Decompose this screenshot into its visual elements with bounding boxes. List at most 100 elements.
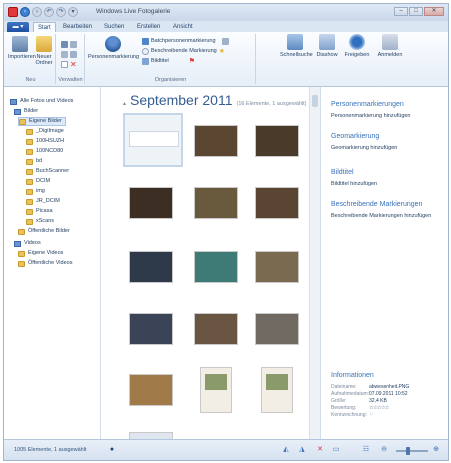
- sign-in-button[interactable]: Anmelden: [376, 34, 404, 58]
- checkbox-icon[interactable]: [61, 60, 68, 68]
- flag-icon[interactable]: ⚐: [369, 412, 373, 419]
- tab-erstellen[interactable]: Erstellen: [133, 22, 164, 32]
- tab-start[interactable]: Start: [33, 22, 56, 32]
- document-thumbnail[interactable]: [261, 367, 293, 413]
- add-geotag-link[interactable]: Geomarkierung hinzufügen: [331, 145, 397, 151]
- import-button[interactable]: Importieren: [8, 36, 36, 60]
- customize-icon[interactable]: ▾: [68, 7, 78, 17]
- add-caption-link[interactable]: Bildtitel hinzufügen: [331, 181, 377, 187]
- star-icon[interactable]: ★: [219, 47, 225, 55]
- tab-bearbeiten[interactable]: Bearbeiten: [59, 22, 96, 32]
- tab-suchen[interactable]: Suchen: [100, 22, 128, 32]
- document-thumbnail[interactable]: [200, 367, 232, 413]
- photo-thumbnail[interactable]: [194, 187, 238, 219]
- rating-stars-icon[interactable]: ☆☆☆☆☆: [369, 405, 389, 412]
- folder-icon: [26, 128, 33, 135]
- new-folder-button[interactable]: Neuer Ordner: [33, 36, 55, 66]
- nav-videos[interactable]: Videos: [14, 239, 41, 248]
- nav-jr-dcim[interactable]: JR_DCIM: [26, 197, 60, 206]
- undo-icon[interactable]: ↶: [44, 7, 54, 17]
- nav-bd[interactable]: bd: [26, 157, 42, 166]
- caption-label: Bildtitel: [151, 58, 169, 64]
- photo-thumbnail[interactable]: [129, 313, 173, 345]
- photo-thumbnail[interactable]: [129, 187, 173, 219]
- info-icon[interactable]: ●: [108, 446, 116, 454]
- rotate-right-icon[interactable]: [70, 50, 77, 58]
- nav-label: bd: [36, 158, 43, 164]
- group-count: (16 Elemente, 1 ausgewählt): [236, 101, 307, 107]
- slideshow-button[interactable]: Diashow: [316, 34, 338, 58]
- photo-thumbnail[interactable]: [129, 374, 173, 406]
- app-icon[interactable]: [8, 7, 18, 17]
- people-tag-label: Personenmarkierung: [88, 54, 140, 60]
- file-menu-button[interactable]: ▬ ▾: [7, 22, 29, 32]
- close-button[interactable]: ✕: [424, 7, 444, 16]
- photo-thumbnail[interactable]: [255, 125, 299, 157]
- flag-icon[interactable]: ⚑: [189, 57, 195, 65]
- nav-img[interactable]: img: [26, 187, 45, 196]
- nav-label: xScans: [36, 218, 55, 224]
- rotate-right-icon[interactable]: ◮: [298, 446, 306, 454]
- zoom-slider[interactable]: [396, 447, 428, 455]
- photo-thumbnail[interactable]: [194, 313, 238, 345]
- select-all-icon[interactable]: [61, 40, 68, 48]
- gallery-scrollbar[interactable]: [309, 87, 320, 439]
- zoom-in-icon[interactable]: ⊕: [432, 446, 440, 454]
- photo-thumbnail-selected[interactable]: [123, 113, 183, 167]
- nav-dcim[interactable]: DCIM: [26, 177, 50, 186]
- list-view-icon[interactable]: ☷: [362, 446, 370, 454]
- nav-buchscanner[interactable]: BuchScanner: [26, 167, 69, 176]
- add-descriptive-tags-link[interactable]: Beschreibende Markierungen hinzufügen: [331, 213, 431, 219]
- nav-public-videos[interactable]: Öffentliche Videos: [18, 259, 72, 268]
- nav-my-videos[interactable]: Eigene Videos: [18, 249, 63, 258]
- nav-eigene-bilder[interactable]: Eigene Bilder: [18, 117, 66, 126]
- batch-tag-button[interactable]: Batchpersonenmarkierung: [142, 37, 229, 45]
- photo-thumbnail[interactable]: [129, 251, 173, 283]
- details-icon[interactable]: ▭: [332, 446, 340, 454]
- scrollbar-thumb[interactable]: [312, 95, 318, 107]
- descriptive-tag-button[interactable]: Beschreibende Markierung ★: [142, 47, 225, 55]
- caption-button[interactable]: Bildtitel ⚑: [142, 57, 195, 65]
- quick-find-button[interactable]: Schnellsuche: [280, 34, 313, 58]
- group-organisieren: Personenmarkierung Batchpersonenmarkieru…: [86, 34, 256, 84]
- nav-100ncd80[interactable]: 100NCD80: [26, 147, 63, 156]
- photo-thumbnail[interactable]: [129, 432, 173, 439]
- share-button[interactable]: Freigeben: [344, 34, 370, 58]
- delete-icon[interactable]: ✕: [70, 60, 77, 68]
- forward-icon[interactable]: ›: [32, 7, 42, 17]
- rotate-left-icon[interactable]: [70, 40, 77, 48]
- photo-thumbnail[interactable]: [255, 187, 299, 219]
- descriptive-tags-heading: Beschreibende Markierungen: [331, 201, 423, 208]
- tab-ansicht[interactable]: Ansicht: [169, 22, 197, 32]
- photo-thumbnail[interactable]: [194, 251, 238, 283]
- delete-icon[interactable]: ✕: [316, 446, 324, 454]
- maximize-button[interactable]: □: [409, 7, 423, 16]
- photo-thumbnail[interactable]: [194, 125, 238, 157]
- photo-thumbnail[interactable]: [255, 251, 299, 283]
- redo-icon[interactable]: ↷: [56, 7, 66, 17]
- app-window: ‹ › ↶ ↷ ▾ Windows Live Fotogalerie – □ ✕…: [3, 3, 449, 461]
- person-icon: [105, 36, 121, 52]
- info-pane: Personenmarkierungen Personenmarkierung …: [320, 87, 448, 439]
- gallery-group-header[interactable]: ▴ September 2011 (16 Elemente, 1 ausgewä…: [123, 92, 307, 108]
- zoom-slider-thumb[interactable]: [406, 447, 410, 455]
- copy-icon[interactable]: [61, 50, 68, 58]
- zoom-out-icon[interactable]: ⊖: [380, 446, 388, 454]
- nav-all-photos[interactable]: Alle Fotos und Videos: [10, 97, 73, 106]
- people-tag-button[interactable]: Personenmarkierung: [88, 36, 140, 60]
- info-key: Aufnahmedatum:: [331, 391, 370, 397]
- add-people-tag-link[interactable]: Personenmarkierung hinzufügen: [331, 113, 411, 119]
- minimize-button[interactable]: –: [394, 7, 408, 16]
- new-folder-label: Neuer Ordner: [35, 54, 53, 66]
- nav-bilder[interactable]: Bilder: [14, 107, 38, 116]
- collapse-icon[interactable]: ▴: [123, 100, 126, 107]
- nav-digiimage[interactable]: _DigiImage: [26, 127, 64, 136]
- rotate-left-icon[interactable]: ◭: [282, 446, 290, 454]
- nav-picasa[interactable]: Picasa: [26, 207, 53, 216]
- nav-100hsuzh[interactable]: 100HSUZH: [26, 137, 64, 146]
- nav-public-pictures[interactable]: Öffentliche Bilder: [18, 227, 70, 236]
- nav-xscans[interactable]: xScans: [26, 217, 54, 226]
- photo-thumbnail[interactable]: [255, 313, 299, 345]
- back-icon[interactable]: ‹: [20, 7, 30, 17]
- info-icon[interactable]: [221, 37, 229, 45]
